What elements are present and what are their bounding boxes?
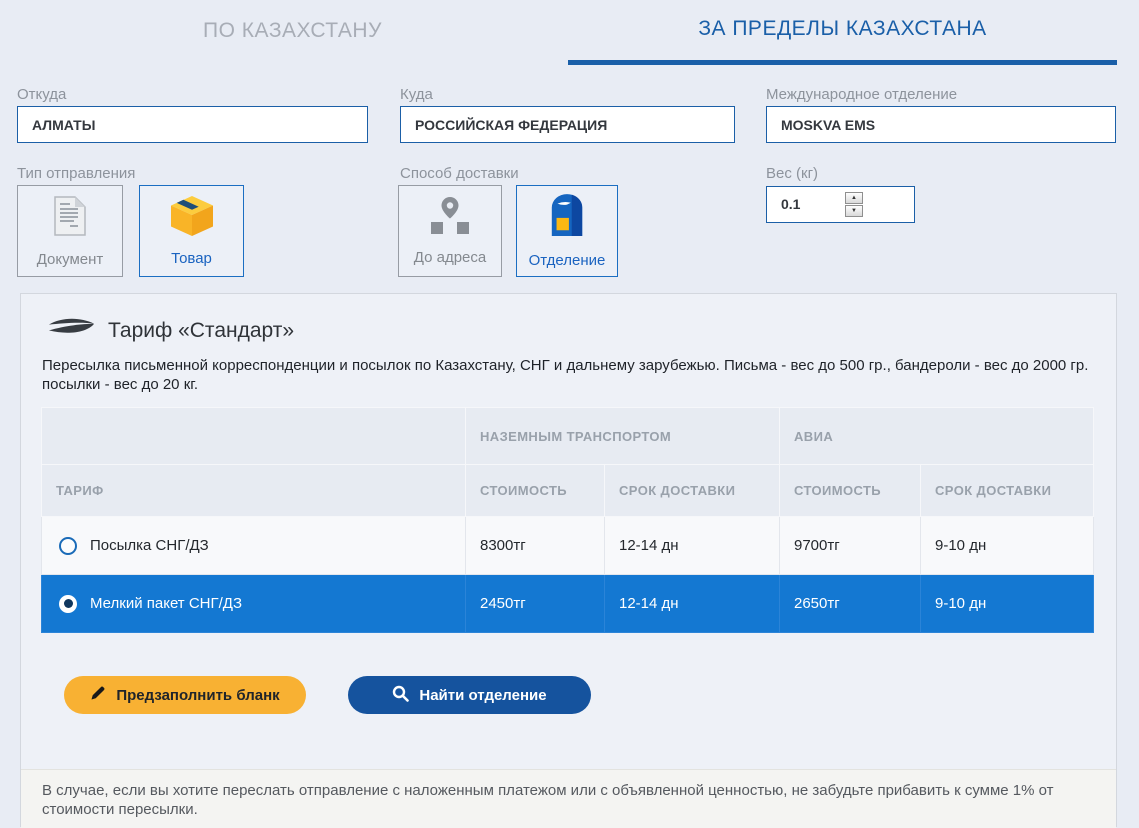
ground-time-value: 12-14 дн [605, 517, 780, 575]
avia-cost-value: 9700тг [780, 517, 921, 575]
find-office-button[interactable]: Найти отделение [348, 676, 591, 714]
delivery-method-address-label: До адреса [414, 249, 486, 266]
column-header-ground-time: СРОК ДОСТАВКИ [605, 465, 780, 517]
delivery-method-office-label: Отделение [529, 252, 606, 269]
avia-time-value: 9-10 дн [921, 575, 1094, 633]
group-header-avia: АВИА [780, 408, 1094, 465]
document-icon [52, 194, 88, 243]
kazpost-swoosh-icon [46, 316, 96, 346]
tariff-row-name: Мелкий пакет СНГ/ДЗ [90, 595, 242, 612]
from-label: Откуда [17, 86, 66, 103]
weight-label: Вес (кг) [766, 165, 818, 182]
ground-cost-value: 8300тг [466, 517, 605, 575]
column-header-ground-cost: СТОИМОСТЬ [466, 465, 605, 517]
pencil-icon [90, 685, 106, 705]
shipment-type-document-label: Документ [37, 251, 104, 268]
ground-cost-value: 2450тг [466, 575, 605, 633]
stepper-down-icon[interactable]: ▼ [845, 205, 863, 217]
prefill-form-label: Предзаполнить бланк [116, 687, 279, 704]
group-header-empty [42, 408, 466, 465]
mailbox-icon [548, 193, 586, 244]
shipment-type-goods[interactable]: Товар [139, 185, 244, 277]
tab-domestic[interactable]: ПО КАЗАХСТАНУ [17, 0, 568, 62]
delivery-method-label: Способ доставки [400, 165, 519, 182]
ground-time-value: 12-14 дн [605, 575, 780, 633]
prefill-form-button[interactable]: Предзаполнить бланк [64, 676, 306, 714]
column-header-avia-time: СРОК ДОСТАВКИ [921, 465, 1094, 517]
column-header-tariff: ТАРИФ [42, 465, 466, 517]
weight-input[interactable] [781, 187, 841, 221]
address-pin-icon [428, 196, 472, 241]
tariff-table: НАЗЕМНЫМ ТРАНСПОРТОМ АВИА ТАРИФ СТОИМОСТ… [41, 407, 1094, 633]
weight-field: ▲ ▼ [766, 186, 915, 223]
delivery-method-office[interactable]: Отделение [516, 185, 618, 277]
avia-cost-value: 2650тг [780, 575, 921, 633]
shipment-type-document[interactable]: Документ [17, 185, 123, 277]
from-input[interactable] [17, 106, 368, 143]
shipment-type-label: Тип отправления [17, 165, 135, 182]
delivery-method-address[interactable]: До адреса [398, 185, 502, 277]
column-header-avia-cost: СТОИМОСТЬ [780, 465, 921, 517]
radio-selected-icon[interactable] [59, 595, 77, 613]
to-label: Куда [400, 86, 433, 103]
table-row-posylka[interactable]: Посылка СНГ/ДЗ 8300тг 12-14 дн 9700тг 9-… [42, 517, 1094, 575]
find-office-label: Найти отделение [419, 687, 546, 704]
tariff-panel: Тариф «Стандарт» Пересылка письменной ко… [20, 293, 1117, 827]
search-icon [392, 685, 409, 706]
group-header-ground: НАЗЕМНЫМ ТРАНСПОРТОМ [466, 408, 780, 465]
tariff-description: Пересылка письменной корреспонденции и п… [42, 356, 1100, 394]
stepper-up-icon[interactable]: ▲ [845, 192, 863, 204]
international-office-input[interactable] [766, 106, 1116, 143]
to-input[interactable] [400, 106, 735, 143]
shipment-type-goods-label: Товар [171, 250, 212, 267]
weight-stepper: ▲ ▼ [845, 192, 863, 217]
parcel-box-icon [169, 195, 215, 242]
tariff-title: Тариф «Стандарт» [108, 319, 294, 343]
tab-international[interactable]: ЗА ПРЕДЕЛЫ КАЗАХСТАНА [568, 0, 1117, 65]
table-row-melkiy-paket[interactable]: Мелкий пакет СНГ/ДЗ 2450тг 12-14 дн 2650… [42, 575, 1094, 633]
avia-time-value: 9-10 дн [921, 517, 1094, 575]
surcharge-note: В случае, если вы хотите переслать отпра… [21, 769, 1116, 828]
tariff-row-name: Посылка СНГ/ДЗ [90, 537, 209, 554]
radio-unselected-icon[interactable] [59, 537, 77, 555]
international-office-label: Международное отделение [766, 86, 957, 103]
